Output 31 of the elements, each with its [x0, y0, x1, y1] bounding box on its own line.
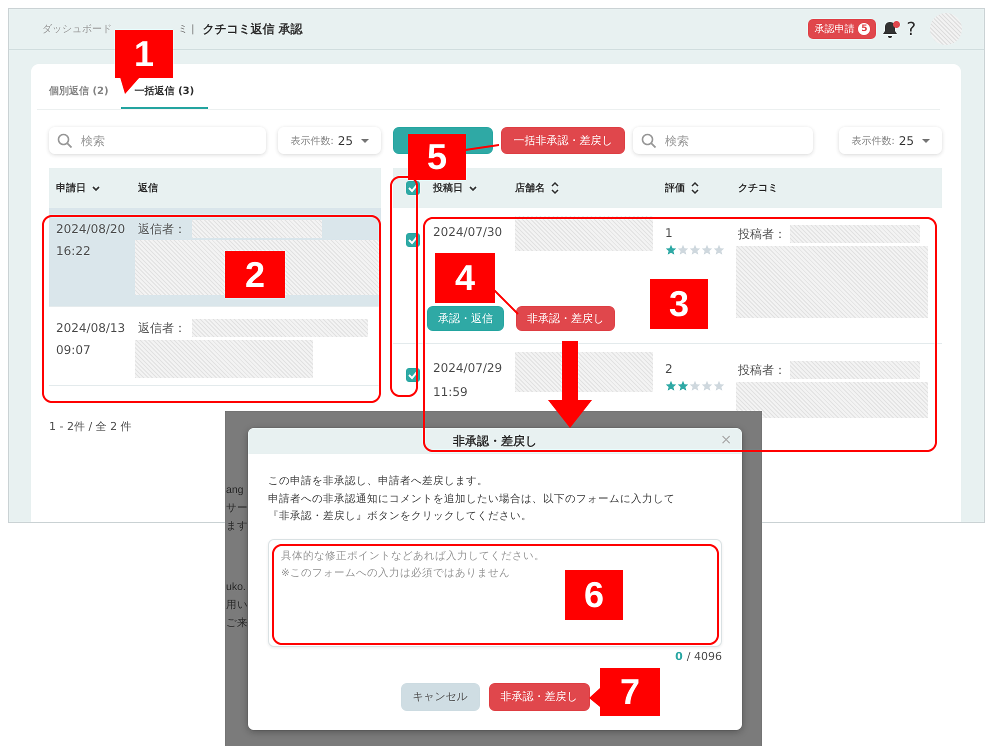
callout-number: 3: [650, 279, 708, 329]
character-limit: / 4096: [686, 650, 722, 662]
date-text: 2024/08/13 09:07: [56, 320, 126, 359]
background-text: ang: [226, 483, 244, 498]
poster-label: 投稿者：: [738, 226, 786, 242]
dialog-message: 『非承認・差戻し』ボタンをクリックしてください。: [268, 509, 533, 524]
replier-label: 返信者：: [138, 220, 186, 238]
background-text: サー: [226, 501, 248, 516]
background-text: 用い: [226, 598, 248, 613]
rating-value: 1: [665, 225, 674, 242]
callout-number: 7: [600, 668, 660, 716]
dialog-message: この申請を非承認し、申請者へ差戻します。: [268, 474, 489, 489]
callout-number: 4: [435, 253, 495, 303]
dialog-title: 非承認・差戻し: [453, 432, 537, 450]
pagination-text: 1 - 2件 / 全 2 件: [49, 419, 133, 434]
callout-number: 6: [565, 570, 623, 620]
callout-number: 2: [225, 251, 285, 298]
dialog-message: 申請者への非承認通知にコメントを追加したい場合は、以下のフォームに入力して: [268, 492, 676, 506]
rating-value: 2: [665, 361, 674, 378]
character-count: 0: [675, 650, 683, 662]
replier-label: 返信者：: [138, 320, 186, 336]
page-title: クチコミ返信 承認: [202, 20, 303, 38]
callout-number: 5: [408, 134, 466, 180]
background-text: uko.: [226, 580, 246, 595]
date-text: 2024/07/30: [433, 224, 502, 241]
poster-label: 投稿者：: [738, 362, 786, 378]
callout-number: 1: [115, 30, 173, 78]
date-text: 2024/07/29 11:59: [433, 360, 502, 401]
background-text: ご来: [226, 616, 248, 631]
date-text: 2024/08/20 16:22: [56, 221, 126, 260]
background-text: ます: [226, 519, 248, 534]
